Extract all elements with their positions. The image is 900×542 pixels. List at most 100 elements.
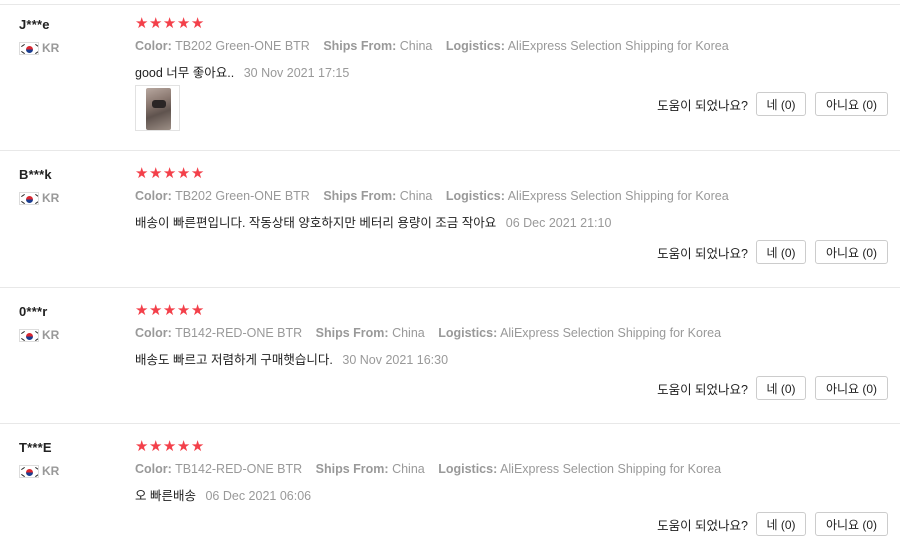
helpful-yes-button[interactable]: 네 (0) [756,92,806,116]
star-icon: ★ [135,15,149,32]
star-icon: ★ [148,15,163,32]
star-icon: ★ [176,438,191,455]
review-text-line: 배송이 빠른편입니다. 작동상태 양호하지만 베터리 용량이 조금 작아요 06… [135,212,611,231]
review-date: 06 Dec 2021 21:10 [505,216,612,230]
review-date: 06 Dec 2021 06:06 [205,489,312,503]
helpful-question: 도움이 되었나요? [657,518,748,533]
review-text: 배송도 빠르고 저렴하게 구매햇습니다. [135,353,333,367]
country-code: KR [42,41,60,55]
star-rating: ★★★★★ [135,16,205,31]
review-text: 오 빠른배송 [135,489,196,503]
helpful-no-button[interactable]: 아니요 (0) [815,376,888,400]
logistics-label: Logistics: [438,462,498,476]
star-icon: ★ [162,165,177,182]
ships-from-value: China [399,189,433,203]
star-icon: ★ [162,302,177,319]
ships-from-value: China [392,462,425,476]
reviewer-country: KR [19,464,59,478]
reviewer-name: J***e [19,17,50,32]
helpful-no-button[interactable]: 아니요 (0) [815,512,888,536]
star-rating: ★★★★★ [135,166,205,181]
helpful-vote: 도움이 되었나요? 네 (0) 아니요 (0) [657,512,888,536]
ships-from-label: Ships From: [315,462,389,476]
country-code: KR [42,464,60,478]
helpful-vote: 도움이 되었나요? 네 (0) 아니요 (0) [657,240,888,264]
review-photo-thumbnail[interactable] [135,85,180,131]
logistics-label: Logistics: [445,189,505,203]
review-attributes: Color: TB202 Green-ONE BTR Ships From: C… [135,189,729,203]
country-code: KR [42,328,60,342]
logistics-label: Logistics: [445,39,505,53]
review-date: 30 Nov 2021 16:30 [342,353,449,367]
logistics-value: AliExpress Selection Shipping for Korea [507,189,729,203]
reviewer-name: B***k [19,167,52,182]
star-icon: ★ [148,438,163,455]
star-icon: ★ [190,15,205,32]
review-item: 0***r KR ★★★★★ Color: TB142-RED-ONE BTR … [0,287,900,424]
reviewer-country: KR [19,191,59,205]
color-label: Color: [135,39,172,53]
helpful-no-button[interactable]: 아니요 (0) [815,240,888,264]
star-icon: ★ [148,165,163,182]
review-attributes: Color: TB202 Green-ONE BTR Ships From: C… [135,39,729,53]
reviewer-country: KR [19,328,59,342]
star-icon: ★ [190,438,205,455]
reviewer-name: T***E [19,440,52,455]
review-text-line: 배송도 빠르고 저렴하게 구매햇습니다. 30 Nov 2021 16:30 [135,349,448,368]
helpful-vote: 도움이 되었나요? 네 (0) 아니요 (0) [657,376,888,400]
ships-from-label: Ships From: [323,189,397,203]
ships-from-value: China [399,39,433,53]
review-text-line: good 너무 좋아요.. 30 Nov 2021 17:15 [135,62,349,81]
star-rating: ★★★★★ [135,439,205,454]
korea-flag-icon [19,464,39,478]
star-rating: ★★★★★ [135,303,205,318]
color-value: TB202 Green-ONE BTR [175,189,310,203]
color-value: TB202 Green-ONE BTR [175,39,310,53]
reviewer-name: 0***r [19,304,48,319]
color-value: TB142-RED-ONE BTR [175,326,303,340]
helpful-question: 도움이 되었나요? [657,246,748,261]
review-date: 30 Nov 2021 17:15 [243,66,350,80]
color-label: Color: [135,326,172,340]
star-icon: ★ [162,438,177,455]
star-icon: ★ [135,165,149,182]
star-icon: ★ [190,165,205,182]
star-icon: ★ [162,15,177,32]
logistics-value: AliExpress Selection Shipping for Korea [500,326,722,340]
helpful-vote: 도움이 되었나요? 네 (0) 아니요 (0) [657,92,888,116]
ships-from-value: China [392,326,425,340]
helpful-yes-button[interactable]: 네 (0) [756,512,806,536]
country-code: KR [42,191,60,205]
star-icon: ★ [176,302,191,319]
review-attributes: Color: TB142-RED-ONE BTR Ships From: Chi… [135,326,721,340]
review-text-line: 오 빠른배송 06 Dec 2021 06:06 [135,485,311,504]
review-item: B***k KR ★★★★★ Color: TB202 Green-ONE BT… [0,150,900,288]
ships-from-label: Ships From: [315,326,389,340]
logistics-label: Logistics: [438,326,498,340]
korea-flag-icon [19,41,39,55]
review-text: 배송이 빠른편입니다. 작동상태 양호하지만 베터리 용량이 조금 작아요 [135,216,497,230]
korea-flag-icon [19,191,39,205]
color-label: Color: [135,462,172,476]
logistics-value: AliExpress Selection Shipping for Korea [500,462,722,476]
reviewer-country: KR [19,41,59,55]
review-item: T***E KR ★★★★★ Color: TB142-RED-ONE BTR … [0,423,900,542]
ships-from-label: Ships From: [323,39,397,53]
star-icon: ★ [176,15,191,32]
star-icon: ★ [135,302,149,319]
review-item: J***e KR ★★★★★ Color: TB202 Green-ONE BT… [0,0,900,151]
helpful-yes-button[interactable]: 네 (0) [756,240,806,264]
helpful-no-button[interactable]: 아니요 (0) [815,92,888,116]
review-text: good 너무 좋아요.. [135,66,235,80]
helpful-yes-button[interactable]: 네 (0) [756,376,806,400]
helpful-question: 도움이 되었나요? [657,382,748,397]
color-value: TB142-RED-ONE BTR [175,462,303,476]
korea-flag-icon [19,328,39,342]
star-icon: ★ [135,438,149,455]
color-label: Color: [135,189,172,203]
helpful-question: 도움이 되었나요? [657,98,748,113]
star-icon: ★ [176,165,191,182]
star-icon: ★ [148,302,163,319]
star-icon: ★ [190,302,205,319]
logistics-value: AliExpress Selection Shipping for Korea [507,39,729,53]
